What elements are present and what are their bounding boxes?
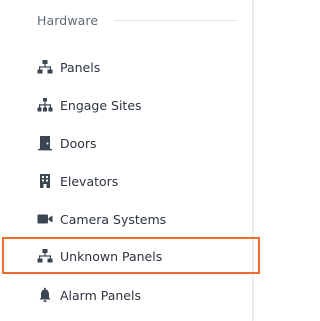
building-icon bbox=[37, 173, 53, 189]
sidebar-item-elevators[interactable]: Elevators bbox=[0, 162, 252, 200]
hardware-sidebar: Hardware Panels Engage Sites Doors Eleva… bbox=[0, 0, 253, 321]
door-icon bbox=[37, 135, 53, 151]
sidebar-item-label: Elevators bbox=[60, 173, 119, 189]
sidebar-item-alarm-panels[interactable]: Alarm Panels bbox=[0, 276, 252, 314]
bell-icon bbox=[37, 287, 53, 303]
sidebar-item-doors[interactable]: Doors bbox=[0, 124, 252, 162]
sidebar-item-engage-sites[interactable]: Engage Sites bbox=[0, 86, 252, 124]
video-camera-icon bbox=[37, 211, 53, 227]
section-header-hardware: Hardware bbox=[37, 13, 237, 28]
network-icon bbox=[37, 248, 53, 264]
sidebar-item-unknown-panels[interactable]: Unknown Panels bbox=[0, 237, 252, 275]
sidebar-item-label: Doors bbox=[60, 135, 97, 151]
network-icon bbox=[37, 59, 53, 75]
sidebar-item-camera-systems[interactable]: Camera Systems bbox=[0, 200, 252, 238]
sidebar-item-label: Alarm Panels bbox=[60, 287, 141, 303]
sidebar-item-panels[interactable]: Panels bbox=[0, 48, 252, 86]
sidebar-item-label: Engage Sites bbox=[60, 97, 142, 113]
section-divider bbox=[114, 20, 237, 21]
sidebar-item-label: Unknown Panels bbox=[60, 248, 163, 264]
section-title: Hardware bbox=[37, 13, 99, 28]
sidebar-item-label: Camera Systems bbox=[60, 211, 167, 227]
sidebar-item-label: Panels bbox=[60, 59, 101, 75]
sitemap-icon bbox=[37, 97, 53, 113]
